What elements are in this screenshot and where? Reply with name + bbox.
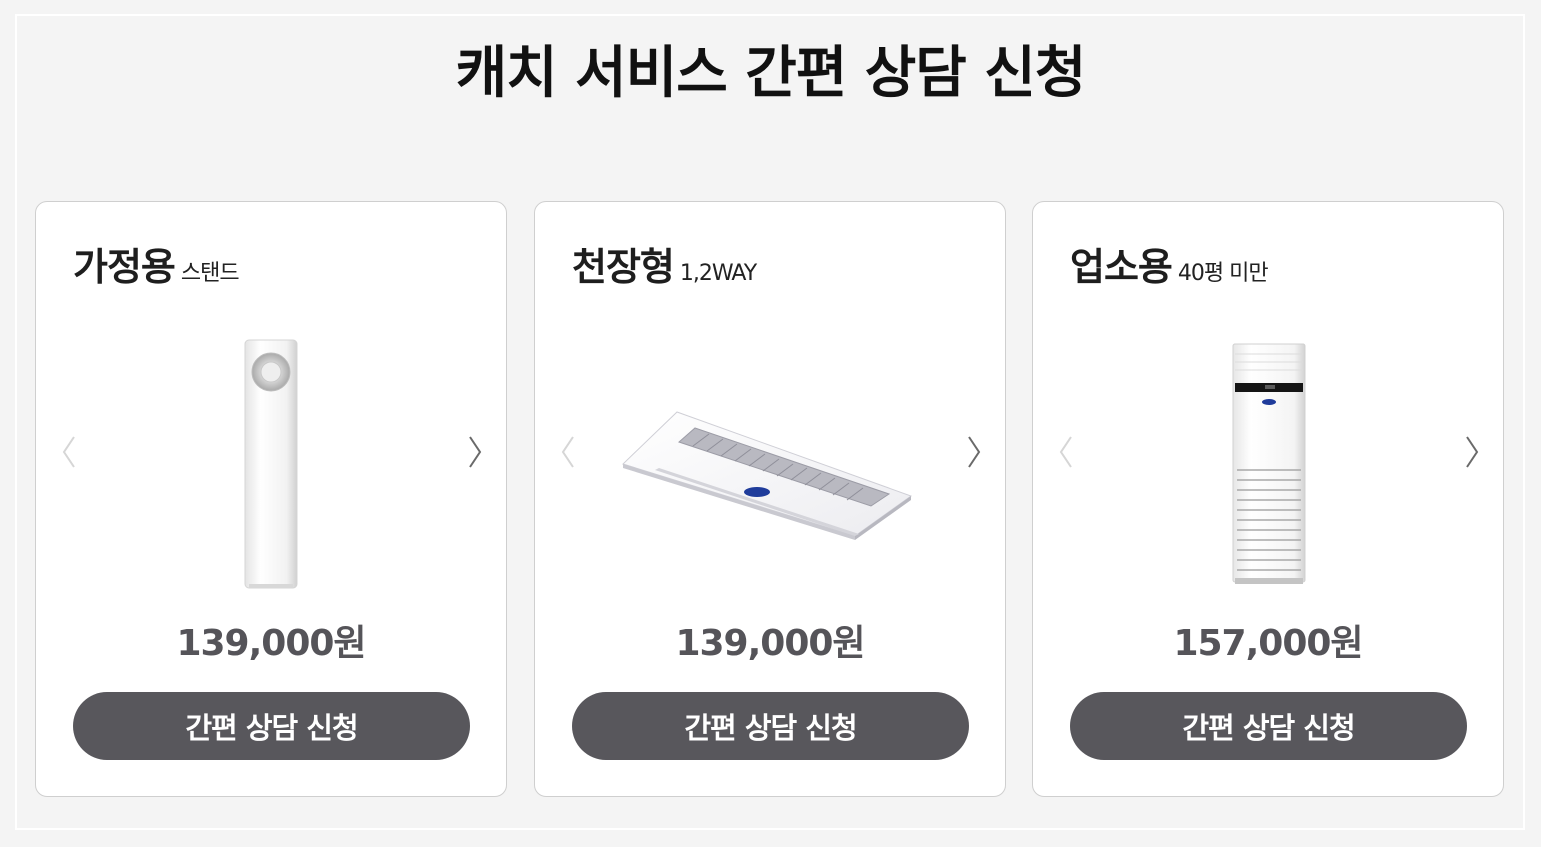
product-card-home-stand: 가정용 스탠드 139,000원 간편 상담 신청 bbox=[35, 201, 507, 797]
card-subtitle: 스탠드 bbox=[180, 261, 240, 286]
card-subtitle: 40평 미만 bbox=[1177, 261, 1269, 286]
commercial-air-conditioner-image bbox=[1033, 322, 1503, 602]
card-heading: 가정용 스탠드 bbox=[73, 236, 240, 291]
card-heading: 업소용 40평 미만 bbox=[1070, 236, 1269, 291]
consult-request-button[interactable]: 간편 상담 신청 bbox=[73, 692, 470, 760]
card-subtitle: 1,2WAY bbox=[679, 261, 757, 286]
price-label: 139,000원 bbox=[675, 623, 865, 664]
stand-air-conditioner-image bbox=[36, 322, 506, 602]
consult-request-button[interactable]: 간편 상담 신청 bbox=[1070, 692, 1467, 760]
product-card-ceiling: 천장형 1,2WAY 139,000원 간편 상담 신청 bbox=[534, 201, 1006, 797]
card-title: 업소용 bbox=[1070, 245, 1173, 289]
product-card-commercial: 업소용 40평 미만 157,000원 간편 상담 신청 bbox=[1032, 201, 1504, 797]
price-label: 157,000원 bbox=[1173, 623, 1363, 664]
consult-request-button[interactable]: 간편 상담 신청 bbox=[572, 692, 969, 760]
card-title: 천장형 bbox=[572, 245, 675, 289]
card-title: 가정용 bbox=[73, 245, 176, 289]
ceiling-air-conditioner-image bbox=[535, 322, 1005, 602]
card-heading: 천장형 1,2WAY bbox=[572, 236, 757, 291]
price-label: 139,000원 bbox=[176, 623, 366, 664]
page-title: 캐치 서비스 간편 상담 신청 bbox=[455, 41, 1087, 106]
